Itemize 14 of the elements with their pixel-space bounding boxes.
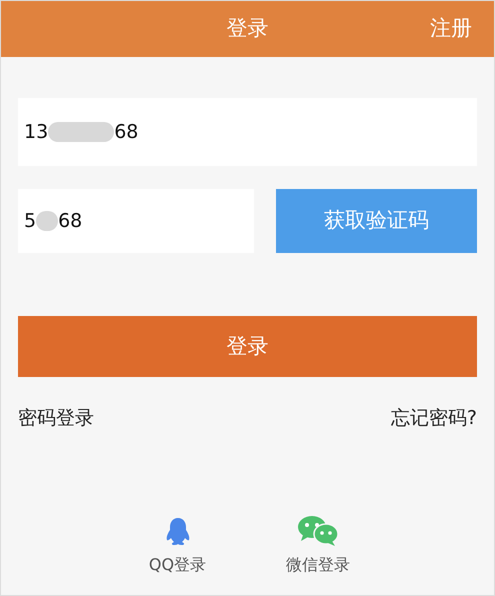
forgot-password-link[interactable]: 忘记密码? (390, 404, 477, 432)
social-login-button[interactable]: QQ登录 (148, 514, 206, 576)
code-value-end: 68 (58, 208, 82, 234)
redaction-blur (48, 122, 114, 142)
phone-field[interactable]: 13 68 (18, 98, 477, 166)
phone-value-end: 68 (114, 120, 138, 145)
page-title: 登录 (226, 15, 268, 42)
social-login-button[interactable]: 微信登录 (286, 514, 350, 576)
chat-bubbles-icon (297, 514, 340, 546)
redaction-blur (36, 211, 58, 231)
code-value-start: 5 (24, 208, 36, 234)
password-login-link[interactable]: 密码登录 (18, 404, 94, 432)
phone-value-start: 13 (24, 120, 48, 145)
code-field[interactable]: 5 68 (18, 189, 254, 253)
